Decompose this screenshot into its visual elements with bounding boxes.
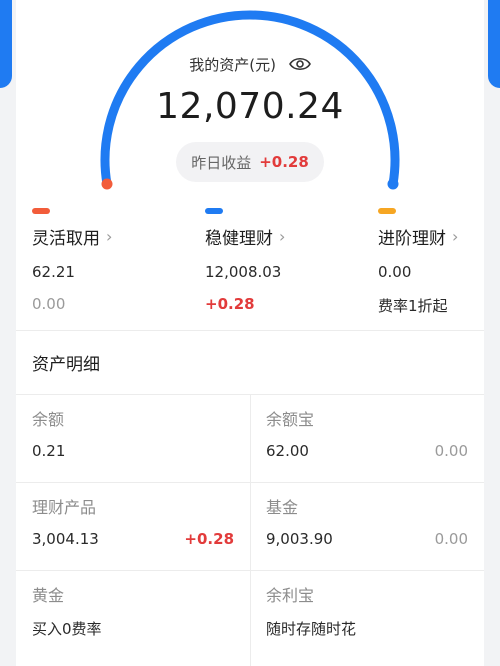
asset-label-text: 我的资产(元)	[189, 56, 276, 74]
detail-item-name: 理财产品	[32, 498, 97, 517]
detail-item-value: 买入0费率	[32, 620, 102, 638]
chevron-right-icon: ›	[106, 227, 113, 246]
yesterday-earnings-label: 昨日收益	[191, 153, 252, 172]
category-sub: 0.00	[32, 295, 66, 313]
detail-item-name: 余额宝	[266, 410, 315, 429]
chevron-right-icon: ›	[279, 227, 286, 246]
detail-item-yuebao[interactable]: 余额宝 62.00 0.00	[250, 394, 484, 482]
section-title: 资产明细	[32, 355, 100, 375]
detail-item-value: 9,003.90	[266, 530, 333, 548]
eye-icon[interactable]	[288, 57, 311, 75]
detail-item-earnings: +0.28	[184, 530, 234, 548]
category-color-bar	[32, 208, 50, 214]
category-sub: 费率1折起	[378, 297, 448, 315]
section-divider	[16, 330, 484, 331]
detail-item-name: 基金	[266, 498, 299, 517]
asset-label: 我的资产(元)	[0, 54, 500, 75]
detail-item-earnings: 0.00	[434, 530, 468, 548]
yesterday-earnings-value: +0.28	[259, 153, 309, 171]
category-title: 灵活取用	[32, 229, 100, 249]
category-flexible[interactable]: 灵活取用 › 62.21 0.00	[32, 208, 112, 313]
category-color-bar	[378, 208, 396, 214]
category-sub: +0.28	[205, 295, 255, 313]
detail-item-value: 0.21	[32, 442, 66, 460]
detail-item-value: 随时存随时花	[266, 620, 357, 638]
detail-item-name: 黄金	[32, 586, 65, 605]
detail-item-gold[interactable]: 黄金 买入0费率	[16, 570, 250, 658]
detail-item-yulibao[interactable]: 余利宝 随时存随时花	[250, 570, 484, 658]
detail-item-value: 3,004.13	[32, 530, 99, 548]
gauge-start-dot	[101, 178, 113, 190]
detail-item-wealth-products[interactable]: 理财产品 3,004.13 +0.28	[16, 482, 250, 570]
yesterday-earnings-pill[interactable]: 昨日收益 +0.28	[176, 142, 324, 182]
detail-item-name: 余额	[32, 410, 65, 429]
gauge-end-dot	[387, 178, 399, 190]
chevron-right-icon: ›	[452, 227, 459, 246]
category-value: 62.21	[32, 263, 75, 281]
asset-detail-section: 资产明细 余额 0.21 余额宝 62.00 0.00 理财产品 3,004.1…	[16, 330, 484, 666]
detail-item-value: 62.00	[266, 442, 309, 460]
category-value: 12,008.03	[205, 263, 282, 281]
detail-item-earnings: 0.00	[434, 442, 468, 460]
category-value: 0.00	[378, 263, 412, 281]
detail-item-name: 余利宝	[266, 586, 315, 605]
category-title: 进阶理财	[378, 229, 446, 249]
category-advanced[interactable]: 进阶理财 › 0.00 费率1折起	[378, 208, 458, 316]
category-title: 稳健理财	[205, 229, 273, 249]
asset-total: 12,070.24	[156, 86, 344, 127]
category-color-bar	[205, 208, 223, 214]
detail-item-balance[interactable]: 余额 0.21	[16, 394, 250, 482]
category-stable[interactable]: 稳健理财 › 12,008.03 +0.28	[205, 208, 285, 313]
detail-item-funds[interactable]: 基金 9,003.90 0.00	[250, 482, 484, 570]
